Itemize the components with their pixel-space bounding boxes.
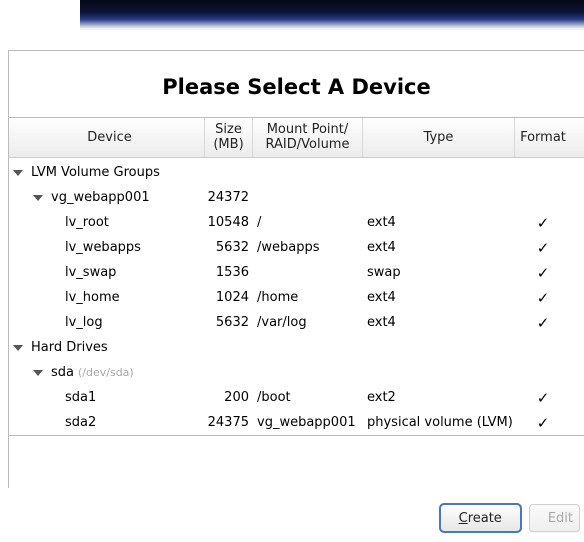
device-tree: LVM Volume Groups vg_webapp001 24372 lv_…: [9, 158, 584, 435]
table-row[interactable]: lv_log 5632 /var/log ext4 ✓: [9, 310, 584, 335]
create-button-rest: reate: [468, 511, 502, 526]
expander-icon[interactable]: [31, 366, 45, 380]
checkmark-icon: ✓: [515, 239, 571, 257]
col-header-format[interactable]: Format: [515, 118, 571, 157]
lv-label: lv_log: [65, 315, 103, 330]
table-row[interactable]: sda1 200 /boot ext2 ✓: [9, 385, 584, 410]
disk-label: sda: [51, 365, 74, 380]
button-bar: Create Edit: [0, 504, 582, 532]
checkmark-icon: ✓: [515, 214, 571, 232]
checkmark-icon: ✓: [515, 414, 571, 432]
col-header-mount[interactable]: Mount Point/ RAID/Volume: [253, 118, 363, 157]
lv-label: lv_swap: [65, 265, 116, 280]
device-table: Device Size (MB) Mount Point/ RAID/Volum…: [9, 117, 584, 436]
lv-size: 1536: [205, 265, 253, 280]
table-row[interactable]: lv_home 1024 /home ext4 ✓: [9, 285, 584, 310]
expander-icon[interactable]: [11, 341, 25, 355]
table-row[interactable]: lv_root 10548 / ext4 ✓: [9, 210, 584, 235]
part-size: 200: [205, 390, 253, 405]
tree-disk-sda[interactable]: sda (/dev/sda): [9, 360, 584, 385]
group-label: LVM Volume Groups: [31, 165, 160, 180]
top-banner: [80, 0, 584, 30]
group-label: Hard Drives: [31, 340, 108, 355]
checkmark-icon: ✓: [515, 264, 571, 282]
part-label: sda1: [65, 390, 96, 405]
edit-button: Edit: [529, 504, 580, 532]
lv-size: 5632: [205, 240, 253, 255]
table-row[interactable]: lv_swap 1536 swap ✓: [9, 260, 584, 285]
part-mount: vg_webapp001: [253, 415, 363, 430]
device-selection-panel: Please Select A Device Device Size (MB) …: [8, 50, 584, 488]
checkmark-icon: ✓: [515, 389, 571, 407]
lv-type: ext4: [363, 215, 515, 230]
edit-button-label: Edit: [548, 511, 573, 526]
lv-mount: /var/log: [253, 315, 363, 330]
part-type: physical volume (LVM): [363, 415, 515, 430]
col-header-type[interactable]: Type: [363, 118, 515, 157]
lv-size: 5632: [205, 315, 253, 330]
lv-mount: /home: [253, 290, 363, 305]
col-header-size[interactable]: Size (MB): [205, 118, 253, 157]
col-header-device[interactable]: Device: [9, 118, 205, 157]
lv-label: lv_home: [65, 290, 120, 305]
vg-size: 24372: [205, 190, 253, 205]
disk-path-hint: (/dev/sda): [78, 366, 134, 379]
table-header: Device Size (MB) Mount Point/ RAID/Volum…: [9, 118, 584, 158]
tree-group-lvm[interactable]: LVM Volume Groups: [9, 160, 584, 185]
tree-group-harddrives[interactable]: Hard Drives: [9, 335, 584, 360]
expander-icon[interactable]: [31, 191, 45, 205]
lv-size: 10548: [205, 215, 253, 230]
lv-label: lv_root: [65, 215, 109, 230]
lv-size: 1024: [205, 290, 253, 305]
lv-mount: /webapps: [253, 240, 363, 255]
mnemonic: C: [459, 511, 468, 526]
lv-label: lv_webapps: [65, 240, 141, 255]
part-type: ext2: [363, 390, 515, 405]
vg-label: vg_webapp001: [51, 190, 150, 205]
part-label: sda2: [65, 415, 96, 430]
table-row[interactable]: sda2 24375 vg_webapp001 physical volume …: [9, 410, 584, 435]
table-row[interactable]: lv_webapps 5632 /webapps ext4 ✓: [9, 235, 584, 260]
part-mount: /boot: [253, 390, 363, 405]
lv-type: swap: [363, 265, 515, 280]
tree-vg[interactable]: vg_webapp001 24372: [9, 185, 584, 210]
create-button[interactable]: Create: [440, 504, 521, 532]
checkmark-icon: ✓: [515, 314, 571, 332]
lv-type: ext4: [363, 315, 515, 330]
lv-type: ext4: [363, 290, 515, 305]
lv-mount: /: [253, 215, 363, 230]
checkmark-icon: ✓: [515, 289, 571, 307]
lv-type: ext4: [363, 240, 515, 255]
part-size: 24375: [205, 415, 253, 430]
page-title: Please Select A Device: [9, 75, 584, 99]
expander-icon[interactable]: [11, 166, 25, 180]
